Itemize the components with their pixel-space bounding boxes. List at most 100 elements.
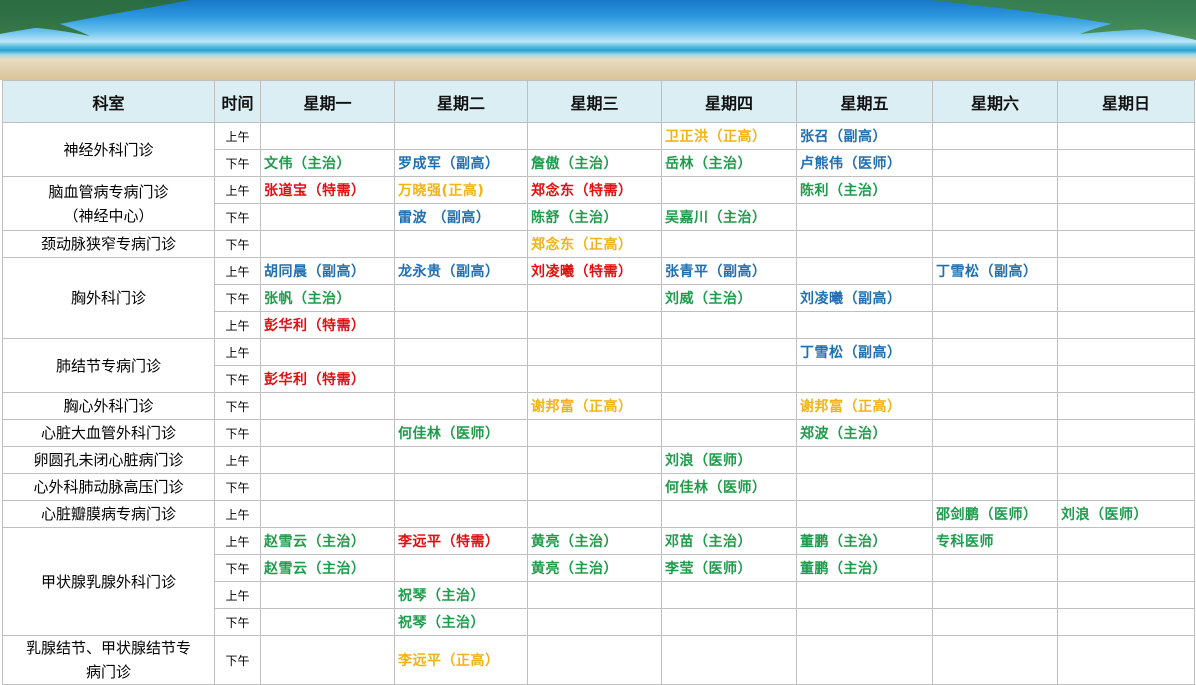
doctor-cell-mon[interactable] [260, 446, 395, 474]
doctor-cell-mon[interactable]: 彭华利（特需） [260, 311, 395, 339]
doctor-cell-fri[interactable]: 谢邦富（正高） [796, 392, 933, 420]
doctor-cell-tue[interactable]: 龙永贵（副高） [394, 257, 528, 285]
doctor-cell-thu[interactable] [661, 230, 797, 258]
doctor-cell-sun[interactable]: 刘浪（医师） [1057, 500, 1195, 528]
doctor-cell-thu[interactable] [661, 635, 797, 685]
doctor-cell-sun[interactable] [1057, 311, 1195, 339]
doctor-cell-wed[interactable]: 黄亮（主治） [527, 554, 662, 582]
department-cell[interactable]: 胸心外科门诊 [2, 392, 215, 420]
doctor-cell-sat[interactable] [932, 392, 1058, 420]
doctor-cell-wed[interactable] [527, 311, 662, 339]
time-slot-cell[interactable]: 下午 [214, 419, 261, 447]
doctor-cell-mon[interactable] [260, 581, 395, 609]
doctor-cell-tue[interactable] [394, 230, 528, 258]
doctor-cell-sun[interactable] [1057, 149, 1195, 177]
doctor-cell-fri[interactable] [796, 203, 933, 231]
doctor-cell-wed[interactable]: 黄亮（主治） [527, 527, 662, 555]
department-cell[interactable]: 乳腺结节、甲状腺结节专 病门诊 [2, 635, 215, 685]
doctor-cell-wed[interactable] [527, 446, 662, 474]
doctor-cell-fri[interactable]: 董鹏（主治） [796, 554, 933, 582]
time-slot-cell[interactable]: 上午 [214, 257, 261, 285]
doctor-cell-sun[interactable] [1057, 122, 1195, 150]
time-slot-cell[interactable]: 上午 [214, 311, 261, 339]
doctor-cell-mon[interactable]: 张帆（主治） [260, 284, 395, 312]
doctor-cell-wed[interactable] [527, 419, 662, 447]
doctor-cell-tue[interactable] [394, 500, 528, 528]
doctor-cell-tue[interactable]: 万晓强(正高) [394, 176, 528, 204]
doctor-cell-wed[interactable] [527, 635, 662, 685]
doctor-cell-wed[interactable] [527, 608, 662, 636]
doctor-cell-tue[interactable] [394, 311, 528, 339]
doctor-cell-thu[interactable] [661, 419, 797, 447]
doctor-cell-sun[interactable] [1057, 635, 1195, 685]
doctor-cell-fri[interactable]: 张召（副高） [796, 122, 933, 150]
doctor-cell-wed[interactable] [527, 473, 662, 501]
doctor-cell-wed[interactable] [527, 581, 662, 609]
doctor-cell-fri[interactable]: 丁雪松（副高） [796, 338, 933, 366]
time-slot-cell[interactable]: 上午 [214, 338, 261, 366]
doctor-cell-sat[interactable]: 邵剑鹏（医师） [932, 500, 1058, 528]
doctor-cell-wed[interactable] [527, 284, 662, 312]
time-slot-cell[interactable]: 上午 [214, 446, 261, 474]
doctor-cell-sat[interactable] [932, 311, 1058, 339]
day-header-thu[interactable]: 星期四 [661, 80, 797, 123]
time-slot-cell[interactable]: 上午 [214, 581, 261, 609]
department-cell[interactable]: 心外科肺动脉高压门诊 [2, 473, 215, 501]
doctor-cell-tue[interactable] [394, 473, 528, 501]
doctor-cell-sat[interactable] [932, 446, 1058, 474]
doctor-cell-tue[interactable]: 罗成军（副高） [394, 149, 528, 177]
department-cell[interactable]: 神经外科门诊 [2, 122, 215, 177]
doctor-cell-sat[interactable] [932, 419, 1058, 447]
doctor-cell-thu[interactable]: 岳林（主治） [661, 149, 797, 177]
doctor-cell-mon[interactable]: 赵雪云（主治） [260, 527, 395, 555]
department-cell[interactable]: 肺结节专病门诊 [2, 338, 215, 393]
department-cell[interactable]: 脑血管病专病门诊 （神经中心） [2, 176, 215, 231]
doctor-cell-fri[interactable] [796, 311, 933, 339]
doctor-cell-sun[interactable] [1057, 257, 1195, 285]
doctor-cell-sat[interactable] [932, 149, 1058, 177]
doctor-cell-sun[interactable] [1057, 446, 1195, 474]
doctor-cell-fri[interactable] [796, 257, 933, 285]
doctor-cell-fri[interactable] [796, 446, 933, 474]
doctor-cell-sat[interactable] [932, 635, 1058, 685]
doctor-cell-mon[interactable] [260, 608, 395, 636]
doctor-cell-tue[interactable] [394, 338, 528, 366]
doctor-cell-sat[interactable] [932, 203, 1058, 231]
time-slot-cell[interactable]: 下午 [214, 149, 261, 177]
doctor-cell-thu[interactable] [661, 500, 797, 528]
day-header-fri[interactable]: 星期五 [796, 80, 933, 123]
doctor-cell-thu[interactable]: 邓苗（主治） [661, 527, 797, 555]
doctor-cell-sun[interactable] [1057, 338, 1195, 366]
doctor-cell-thu[interactable]: 刘浪（医师） [661, 446, 797, 474]
doctor-cell-tue[interactable] [394, 446, 528, 474]
doctor-cell-mon[interactable]: 彭华利（特需） [260, 365, 395, 393]
doctor-cell-mon[interactable] [260, 419, 395, 447]
time-slot-cell[interactable]: 下午 [214, 608, 261, 636]
time-slot-cell[interactable]: 下午 [214, 365, 261, 393]
doctor-cell-thu[interactable] [661, 176, 797, 204]
doctor-cell-wed[interactable] [527, 365, 662, 393]
day-header-tue[interactable]: 星期二 [394, 80, 528, 123]
doctor-cell-mon[interactable] [260, 392, 395, 420]
day-header-wed[interactable]: 星期三 [527, 80, 662, 123]
doctor-cell-thu[interactable] [661, 581, 797, 609]
doctor-cell-tue[interactable]: 祝琴（主治） [394, 608, 528, 636]
time-slot-cell[interactable]: 下午 [214, 392, 261, 420]
doctor-cell-sat[interactable]: 丁雪松（副高） [932, 257, 1058, 285]
doctor-cell-sat[interactable] [932, 338, 1058, 366]
doctor-cell-tue[interactable]: 雷波 （副高） [394, 203, 528, 231]
doctor-cell-fri[interactable] [796, 581, 933, 609]
time-slot-cell[interactable]: 上午 [214, 122, 261, 150]
doctor-cell-wed[interactable]: 陈舒（主治） [527, 203, 662, 231]
doctor-cell-fri[interactable]: 陈利（主治） [796, 176, 933, 204]
doctor-cell-sat[interactable] [932, 554, 1058, 582]
doctor-cell-fri[interactable] [796, 230, 933, 258]
doctor-cell-mon[interactable]: 赵雪云（主治） [260, 554, 395, 582]
doctor-cell-fri[interactable]: 董鹏（主治） [796, 527, 933, 555]
doctor-cell-thu[interactable] [661, 365, 797, 393]
time-slot-cell[interactable]: 下午 [214, 635, 261, 685]
doctor-cell-thu[interactable]: 张青平（副高） [661, 257, 797, 285]
doctor-cell-sat[interactable] [932, 122, 1058, 150]
doctor-cell-fri[interactable] [796, 608, 933, 636]
doctor-cell-wed[interactable] [527, 122, 662, 150]
